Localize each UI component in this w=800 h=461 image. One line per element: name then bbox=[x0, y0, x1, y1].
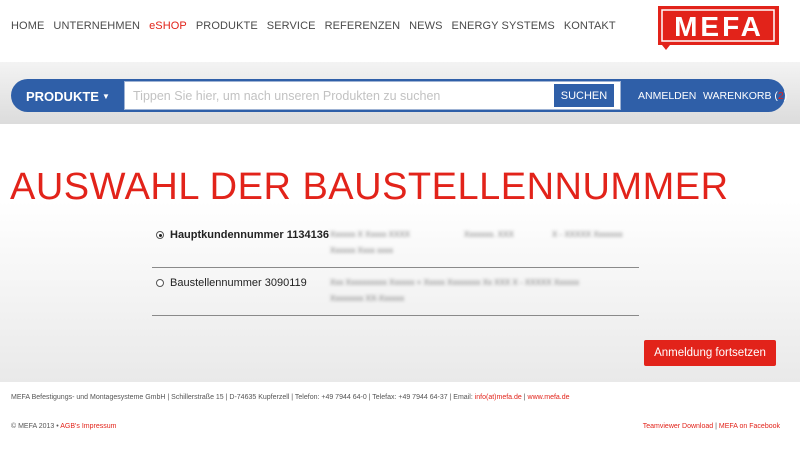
category-dropdown[interactable]: PRODUKTE ▼ bbox=[26, 89, 110, 104]
redacted-text: Xxxxxxx. XXX bbox=[464, 230, 514, 239]
redacted-text: Xxxxxxxx XX-Xxxxxx bbox=[330, 294, 405, 303]
email-link[interactable]: info(at)mefa.de bbox=[475, 394, 522, 401]
footer-address: MEFA Befestigungs- und Montagesysteme Gm… bbox=[11, 394, 570, 401]
facebook-link[interactable]: MEFA on Facebook bbox=[719, 423, 780, 430]
radio-baustellennummer[interactable] bbox=[156, 279, 164, 287]
footer-copyright: © MEFA 2013 • AGB's Impressum bbox=[11, 423, 116, 430]
footer-links: Teamviewer Download | MEFA on Facebook bbox=[643, 423, 780, 430]
nav-referenzen[interactable]: REFERENZEN bbox=[325, 20, 401, 32]
footer-separator: | bbox=[715, 423, 717, 430]
copyright-text: © MEFA 2013 • bbox=[11, 423, 59, 430]
address-text: MEFA Befestigungs- und Montagesysteme Gm… bbox=[11, 394, 475, 401]
category-label: PRODUKTE bbox=[26, 89, 99, 104]
continue-button[interactable]: Anmeldung fortsetzen bbox=[644, 340, 776, 366]
page-title: AUSWAHL DER BAUSTELLENNUMMER bbox=[10, 166, 729, 208]
logo-text: MEFA bbox=[674, 11, 764, 42]
cart-count: 2 bbox=[777, 90, 784, 102]
agb-link[interactable]: AGB's bbox=[60, 423, 80, 430]
cart-link[interactable]: WARENKORB (2) bbox=[703, 90, 787, 102]
redacted-text: Xxx Xxxxxxxxxx Xxxxxx + Xxxxx Xxxxxxxx X… bbox=[330, 278, 580, 287]
main-navigation: HOME UNTERNEHMEN eSHOP PRODUKTE SERVICE … bbox=[11, 20, 616, 32]
option-label: Hauptkundennummer 1134136 bbox=[170, 229, 329, 241]
radio-hauptkundennummer[interactable] bbox=[156, 231, 164, 239]
redacted-text: X - XXXXX Xxxxxxx bbox=[552, 230, 623, 239]
nav-produkte[interactable]: PRODUKTE bbox=[196, 20, 258, 32]
option-label: Baustellennummer 3090119 bbox=[170, 277, 307, 289]
option-row[interactable]: Hauptkundennummer 1134136 Xxxxxx X Xxxxx… bbox=[152, 222, 639, 268]
caret-down-icon: ▼ bbox=[101, 92, 110, 101]
nav-energy-systems[interactable]: ENERGY SYSTEMS bbox=[452, 20, 555, 32]
teamviewer-link[interactable]: Teamviewer Download bbox=[643, 423, 713, 430]
redacted-text: Xxxxxx Xxxx xxxx bbox=[330, 246, 394, 255]
option-row[interactable]: Baustellennummer 3090119 Xxx Xxxxxxxxxx … bbox=[152, 270, 639, 316]
nav-eshop[interactable]: eSHOP bbox=[149, 20, 187, 32]
nav-service[interactable]: SERVICE bbox=[267, 20, 316, 32]
impressum-link[interactable]: Impressum bbox=[82, 423, 117, 430]
mefa-logo[interactable]: MEFA bbox=[656, 6, 779, 50]
redacted-text: Xxxxxx X Xxxxx XXXX bbox=[330, 230, 411, 239]
website-link[interactable]: www.mefa.de bbox=[528, 394, 570, 401]
search-input[interactable] bbox=[133, 82, 553, 109]
search-button[interactable]: SUCHEN bbox=[554, 84, 614, 107]
nav-home[interactable]: HOME bbox=[11, 20, 44, 32]
search-field bbox=[124, 81, 621, 110]
nav-unternehmen[interactable]: UNTERNEHMEN bbox=[53, 20, 140, 32]
cart-label: WARENKORB bbox=[703, 90, 772, 102]
nav-news[interactable]: NEWS bbox=[409, 20, 442, 32]
login-link[interactable]: ANMELDEN bbox=[638, 90, 696, 102]
nav-kontakt[interactable]: KONTAKT bbox=[564, 20, 616, 32]
